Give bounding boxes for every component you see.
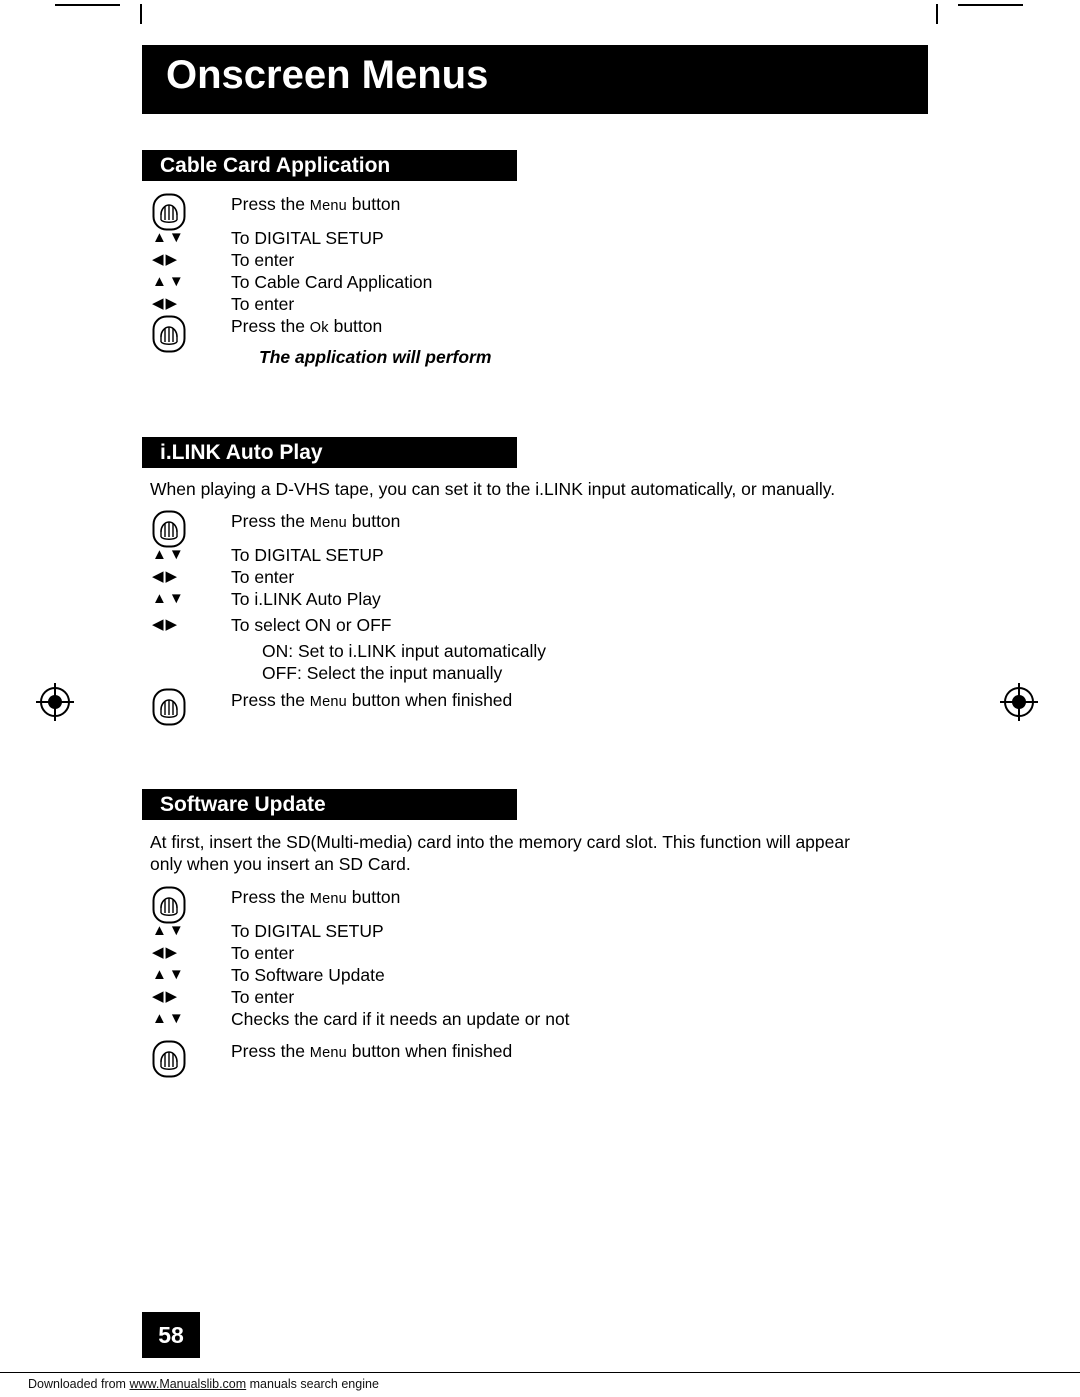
step-text-smallcaps: Menu — [309, 1045, 347, 1061]
remote-button-icon — [152, 193, 186, 231]
registration-mark-left — [36, 683, 74, 721]
step-text-pre: Press the — [231, 690, 310, 710]
crop-mark-top-right-vert — [936, 4, 938, 24]
remote-button-icon — [152, 315, 186, 353]
step-text: Press the Menu button — [231, 511, 400, 532]
step-text: To DIGITAL SETUP — [231, 921, 384, 941]
section-intro-line2: only when you insert an SD Card. — [150, 854, 411, 874]
step-text: To Software Update — [231, 965, 385, 985]
page-title-banner: Onscreen Menus — [142, 45, 928, 114]
step-text-pre: Press the — [231, 511, 310, 531]
step-text-pre: Press the — [231, 1041, 310, 1061]
remote-button-icon — [152, 510, 186, 548]
section-intro-line1: At first, insert the SD(Multi-media) car… — [150, 832, 850, 852]
left-right-arrows-icon: ◀▶ — [152, 988, 180, 1005]
crop-mark-top-left-vert — [140, 4, 142, 24]
up-down-arrows-icon: ▲▼ — [152, 922, 186, 939]
remote-button-icon — [152, 688, 186, 726]
step-text: To DIGITAL SETUP — [231, 228, 384, 248]
crop-mark-top-right — [958, 4, 1023, 6]
section-intro: When playing a D-VHS tape, you can set i… — [150, 479, 836, 499]
step-text-post: button — [346, 194, 401, 214]
step-text: To i.LINK Auto Play — [231, 589, 381, 609]
step-text-pre: Press the — [231, 194, 310, 214]
step-text: To Cable Card Application — [231, 272, 433, 292]
step-text-pre: Press the — [231, 316, 310, 336]
section-note: The application will perform — [259, 347, 492, 367]
page-number: 58 — [142, 1312, 200, 1358]
section-heading-cable-card: Cable Card Application — [142, 150, 517, 181]
step-text: Press the Ok button — [231, 316, 382, 337]
section-heading-ilink-auto-play: i.LINK Auto Play — [142, 437, 517, 468]
left-right-arrows-icon: ◀▶ — [152, 944, 180, 961]
left-right-arrows-icon: ◀▶ — [152, 251, 180, 268]
page-title: Onscreen Menus — [166, 53, 489, 97]
step-text: To enter — [231, 987, 295, 1007]
step-text: To enter — [231, 294, 295, 314]
step-text: Press the Menu button when finished — [231, 690, 512, 711]
up-down-arrows-icon: ▲▼ — [152, 229, 186, 246]
registration-mark-right — [1000, 683, 1038, 721]
left-right-arrows-icon: ◀▶ — [152, 568, 180, 585]
step-text: To select ON or OFF — [231, 615, 392, 635]
step-text-smallcaps: Menu — [309, 515, 347, 531]
up-down-arrows-icon: ▲▼ — [152, 546, 186, 563]
step-text-smallcaps: Menu — [309, 891, 347, 907]
step-text: To enter — [231, 567, 295, 587]
sub-option-off: OFF: Select the input manually — [262, 663, 503, 683]
up-down-arrows-icon: ▲▼ — [152, 1010, 186, 1027]
step-text-post: button when finished — [346, 1041, 513, 1061]
step-text-pre: Press the — [231, 887, 310, 907]
up-down-arrows-icon: ▲▼ — [152, 966, 186, 983]
section-heading-software-update: Software Update — [142, 789, 517, 820]
remote-button-icon — [152, 1040, 186, 1078]
remote-button-icon — [152, 886, 186, 924]
footer-link[interactable]: www.Manualslib.com — [129, 1377, 246, 1391]
step-text: Checks the card if it needs an update or… — [231, 1009, 570, 1029]
step-text: Press the Menu button — [231, 194, 400, 215]
footer-suffix: manuals search engine — [246, 1377, 379, 1391]
step-text: To enter — [231, 943, 295, 963]
footer: Downloaded from www.Manualslib.com manua… — [0, 1372, 1080, 1397]
step-text-post: button — [346, 887, 401, 907]
step-text-smallcaps: Ok — [309, 320, 329, 336]
footer-prefix: Downloaded from — [28, 1377, 130, 1391]
crop-mark-top-left — [55, 4, 120, 6]
up-down-arrows-icon: ▲▼ — [152, 273, 186, 290]
step-text: Press the Menu button — [231, 887, 400, 908]
left-right-arrows-icon: ◀▶ — [152, 616, 180, 633]
step-text: To enter — [231, 250, 295, 270]
step-text-smallcaps: Menu — [309, 198, 347, 214]
step-text-smallcaps: Menu — [309, 694, 347, 710]
step-text: To DIGITAL SETUP — [231, 545, 384, 565]
step-text-post: button — [346, 511, 401, 531]
step-text-post: button — [328, 316, 383, 336]
up-down-arrows-icon: ▲▼ — [152, 590, 186, 607]
left-right-arrows-icon: ◀▶ — [152, 295, 180, 312]
step-text: Press the Menu button when finished — [231, 1041, 512, 1062]
step-text-post: button when finished — [346, 690, 513, 710]
sub-option-on: ON: Set to i.LINK input automatically — [262, 641, 547, 661]
